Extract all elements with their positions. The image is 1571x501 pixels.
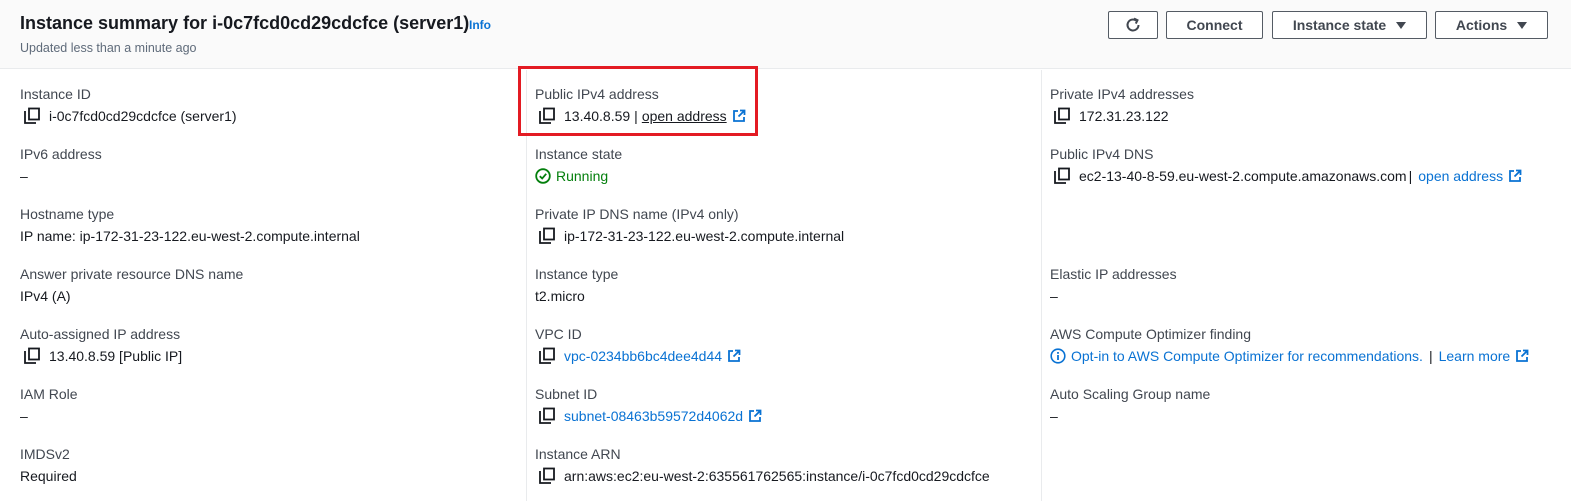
field-label: Hostname type xyxy=(20,206,115,222)
private-dns-value: ip-172-31-23-122.eu-west-2.compute.inter… xyxy=(564,228,845,244)
connect-button[interactable]: Connect xyxy=(1166,11,1263,39)
field-label: Instance ARN xyxy=(535,446,621,462)
elastic-ip-field: Elastic IP addresses – xyxy=(1050,265,1177,305)
imdsv2-field: IMDSv2 Required xyxy=(20,445,77,485)
field-label: Auto-assigned IP address xyxy=(20,326,181,342)
ipv6-field: IPv6 address – xyxy=(20,145,102,185)
field-label: Public IPv4 DNS xyxy=(1050,146,1154,162)
actions-label: Actions xyxy=(1455,17,1508,33)
optimizer-opt-in-link[interactable]: Opt-in to AWS Compute Optimizer for reco… xyxy=(1071,347,1423,365)
copy-icon[interactable] xyxy=(1053,107,1071,125)
page-title: Instance summary for i-0c7fcd0cd29cdcfce… xyxy=(20,13,470,33)
private-ipv4-value: 172.31.23.122 xyxy=(1079,108,1169,124)
vpc-id-field: VPC ID vpc-0234bb6bc4dee4d44 xyxy=(535,325,741,365)
public-dns-field: Public IPv4 DNS ec2-13-40-8-59.eu-west-2… xyxy=(1050,145,1522,185)
highlight-box xyxy=(518,66,758,136)
field-label: Subnet ID xyxy=(535,386,598,402)
external-link-icon[interactable] xyxy=(1508,169,1522,183)
external-link-icon[interactable] xyxy=(1515,349,1529,363)
field-label: Instance ID xyxy=(20,86,91,102)
hostname-type-value: IP name: ip-172-31-23-122.eu-west-2.comp… xyxy=(20,228,360,244)
field-label: Instance type xyxy=(535,266,619,282)
instance-state-button[interactable]: Instance state xyxy=(1272,11,1427,39)
public-dns-value: ec2-13-40-8-59.eu-west-2.compute.amazona… xyxy=(1079,168,1407,184)
instance-type-field: Instance type t2.micro xyxy=(535,265,618,305)
separator: | xyxy=(1408,168,1413,184)
hostname-type-field: Hostname type IP name: ip-172-31-23-122.… xyxy=(20,205,360,245)
external-link-icon[interactable] xyxy=(748,409,762,423)
instance-id-value: i-0c7fcd0cd29cdcfce (server1) xyxy=(49,108,237,124)
asg-value: – xyxy=(1050,408,1058,424)
learn-more-link[interactable]: Learn more xyxy=(1439,347,1511,365)
instance-arn-value: arn:aws:ec2:eu-west-2:635561762565:insta… xyxy=(564,468,990,484)
refresh-icon xyxy=(1126,17,1140,32)
subnet-id-field: Subnet ID subnet-08463b59572d4062d xyxy=(535,385,762,425)
subnet-id-link[interactable]: subnet-08463b59572d4062d xyxy=(564,407,743,425)
field-label: VPC ID xyxy=(535,326,582,342)
iam-role-field: IAM Role – xyxy=(20,385,78,425)
external-link-icon[interactable] xyxy=(727,349,741,363)
field-label: Answer private resource DNS name xyxy=(20,266,244,282)
ipv6-value: – xyxy=(20,168,28,184)
copy-icon[interactable] xyxy=(538,347,556,365)
instance-state-label: Instance state xyxy=(1292,17,1387,33)
updated-text: Updated less than a minute ago xyxy=(20,41,197,55)
answer-dns-value: IPv4 (A) xyxy=(20,288,71,304)
check-circle-icon xyxy=(535,168,551,184)
separator: | xyxy=(1428,348,1433,364)
info-circle-icon xyxy=(1050,348,1066,364)
copy-icon[interactable] xyxy=(23,347,41,365)
instance-state-field: Instance state Running xyxy=(535,145,622,185)
instance-type-value: t2.micro xyxy=(535,288,585,304)
imdsv2-value: Required xyxy=(20,468,77,484)
info-link[interactable]: Info xyxy=(469,18,491,32)
connect-label: Connect xyxy=(1186,17,1243,33)
elastic-ip-value: – xyxy=(1050,288,1058,304)
field-label: AWS Compute Optimizer finding xyxy=(1050,326,1251,342)
field-label: IMDSv2 xyxy=(20,446,70,462)
copy-icon[interactable] xyxy=(23,107,41,125)
field-label: IAM Role xyxy=(20,386,78,402)
field-label: IPv6 address xyxy=(20,146,102,162)
instance-state-value: Running xyxy=(556,168,609,184)
vpc-id-link[interactable]: vpc-0234bb6bc4dee4d44 xyxy=(564,347,722,365)
auto-ip-value: 13.40.8.59 [Public IP] xyxy=(49,348,183,364)
answer-dns-field: Answer private resource DNS name IPv4 (A… xyxy=(20,265,243,305)
field-label: Instance state xyxy=(535,146,623,162)
column-divider xyxy=(1041,70,1042,501)
copy-icon[interactable] xyxy=(538,467,556,485)
summary-header: Instance summary for i-0c7fcd0cd29cdcfce… xyxy=(0,0,1571,69)
copy-icon[interactable] xyxy=(538,227,556,245)
private-dns-field: Private IP DNS name (IPv4 only) ip-172-3… xyxy=(535,205,844,245)
copy-icon[interactable] xyxy=(538,407,556,425)
field-label: Private IP DNS name (IPv4 only) xyxy=(535,206,739,222)
caret-down-icon xyxy=(1517,21,1528,29)
instance-id-field: Instance ID i-0c7fcd0cd29cdcfce (server1… xyxy=(20,85,237,125)
caret-down-icon xyxy=(1396,21,1407,29)
auto-ip-field: Auto-assigned IP address 13.40.8.59 [Pub… xyxy=(20,325,182,365)
copy-icon[interactable] xyxy=(1053,167,1071,185)
actions-button[interactable]: Actions xyxy=(1435,11,1548,39)
field-label: Private IPv4 addresses xyxy=(1050,86,1194,102)
iam-role-value: – xyxy=(20,408,28,424)
instance-arn-field: Instance ARN arn:aws:ec2:eu-west-2:63556… xyxy=(535,445,990,485)
private-ipv4-field: Private IPv4 addresses 172.31.23.122 xyxy=(1050,85,1194,125)
refresh-button[interactable] xyxy=(1108,11,1158,39)
open-address-link[interactable]: open address xyxy=(1418,167,1503,185)
field-label: Elastic IP addresses xyxy=(1050,266,1177,282)
asg-field: Auto Scaling Group name – xyxy=(1050,385,1210,425)
optimizer-field: AWS Compute Optimizer finding Opt-in to … xyxy=(1050,325,1529,365)
field-label: Auto Scaling Group name xyxy=(1050,386,1211,402)
